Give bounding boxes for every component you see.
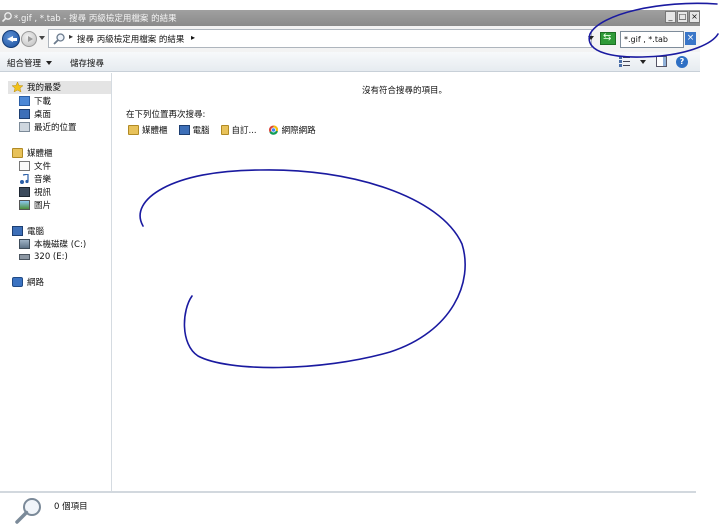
save-search-button[interactable]: 儲存搜尋 [70,57,104,69]
search-icon [15,498,41,524]
sidebar-item-pictures[interactable]: 圖片 [19,199,51,211]
sidebar-item-drive-e[interactable]: 320 (E:) [19,251,68,263]
command-bar: 組合管理 儲存搜尋 ? [0,52,700,72]
sidebar-item-documents[interactable]: 文件 [19,160,51,172]
sidebar-item-label: 文件 [34,162,52,172]
sidebar-item-recent-places[interactable]: 最近的位置 [19,121,77,133]
empty-results-message: 沒有符合搜尋的項目。 [362,86,448,96]
music-icon [20,174,29,184]
pictures-icon [19,200,30,210]
sidebar-item-label: 桌面 [34,110,52,120]
local-disk-icon [19,239,30,249]
sidebar-item-computer[interactable]: 電腦 [12,225,44,237]
preview-pane-icon[interactable] [656,56,667,67]
sidebar-item-label: 電腦 [27,227,45,237]
organize-menu-button[interactable]: 組合管理 [7,57,53,69]
search-again-computer[interactable]: 電腦 [178,123,210,137]
breadcrumb-separator[interactable]: ▸ [69,32,73,41]
back-button[interactable] [2,30,20,48]
drive-icon [19,254,30,260]
recent-pages-dropdown[interactable] [39,36,45,40]
window-controls: _ □ × [665,11,700,24]
window-title: *.gif , *.tab - 搜尋 丙級檢定用檔案 的結果 [14,14,177,24]
sidebar-item-libraries[interactable]: 媒體櫃 [12,147,53,159]
view-dropdown-icon[interactable] [640,60,646,64]
sidebar-item-videos[interactable]: 視訊 [19,186,51,198]
sidebar-item-label: 網路 [27,278,45,288]
organize-label: 組合管理 [7,59,42,69]
item-count: 0 個項目 [54,502,88,512]
search-again-custom[interactable]: 自訂... [220,123,257,137]
search-window-icon [1,12,12,23]
address-bar[interactable]: ▸ 搜尋 丙級檢定用檔案 的結果 ▸ [48,29,592,48]
computer-icon [178,125,190,135]
forward-button[interactable] [21,31,37,47]
chevron-down-icon [46,61,53,65]
search-again-internet[interactable]: 網際網路 [268,123,316,137]
search-again-label: 在下列位置再次搜尋: [126,110,206,120]
view-options-icon[interactable] [619,56,630,67]
help-icon[interactable]: ? [676,56,688,68]
sidebar-item-label: 圖片 [34,201,52,211]
close-button[interactable]: × [689,11,700,23]
desktop-icon [19,109,30,119]
sidebar-item-downloads[interactable]: 下載 [19,95,51,107]
search-again-libraries[interactable]: 媒體櫃 [128,123,168,137]
sidebar-item-network[interactable]: 網路 [12,276,44,288]
libraries-icon [128,125,139,135]
internet-icon [268,125,278,135]
sidebar-item-music[interactable]: 音樂 [19,173,51,185]
documents-icon [19,161,30,171]
sidebar-item-label: 最近的位置 [34,123,77,133]
clear-search-button[interactable]: × [685,32,696,45]
search-again-label-text: 媒體櫃 [142,126,168,136]
address-dropdown-icon[interactable] [588,36,594,40]
sidebar-item-label: 視訊 [34,188,52,198]
results-pane: 沒有符合搜尋的項目。 在下列位置再次搜尋: 媒體櫃 電腦 自訂... 網際網路 [113,73,700,491]
navigation-bar: ▸ 搜尋 丙級檢定用檔案 的結果 ▸ *.gif , *.tab × [0,26,700,52]
breadcrumb[interactable]: 搜尋 丙級檢定用檔案 的結果 [77,33,184,45]
libraries-icon [12,148,23,158]
refresh-button[interactable] [600,32,616,45]
star-icon [12,82,23,92]
search-again-options: 媒體櫃 電腦 自訂... 網際網路 [128,123,316,137]
sidebar-item-desktop[interactable]: 桌面 [19,108,51,120]
search-again-label-text: 電腦 [192,126,210,136]
navigation-pane: 我的最愛 下載 桌面 最近的位置 媒體櫃 文件 音樂 視訊 圖片 電腦 本機磁碟… [0,73,112,491]
sidebar-item-label: 本機磁碟 (C:) [34,240,87,250]
sidebar-item-favorites[interactable]: 我的最愛 [12,81,61,93]
recent-places-icon [19,122,30,132]
computer-icon [12,226,23,236]
search-input[interactable]: *.gif , *.tab [620,31,684,48]
search-icon [53,33,65,45]
sidebar-item-label: 音樂 [34,175,52,185]
sidebar-item-label: 下載 [34,97,52,107]
search-again-label-text: 自訂... [231,126,257,136]
sidebar-item-label: 320 (E:) [34,252,68,262]
status-bar: 0 個項目 [0,491,696,528]
custom-icon [220,125,229,135]
maximize-button[interactable]: □ [677,11,688,23]
downloads-folder-icon [19,96,30,106]
title-bar: *.gif , *.tab - 搜尋 丙級檢定用檔案 的結果 _ □ × [0,10,700,26]
breadcrumb-arrow[interactable]: ▸ [191,33,195,42]
minimize-button[interactable]: _ [665,11,676,23]
videos-icon [19,187,30,197]
sidebar-item-label: 我的最愛 [27,83,62,93]
network-icon [12,277,23,287]
sidebar-item-local-disk[interactable]: 本機磁碟 (C:) [19,238,86,250]
sidebar-item-label: 媒體櫃 [27,149,53,159]
search-again-label-text: 網際網路 [281,126,316,136]
